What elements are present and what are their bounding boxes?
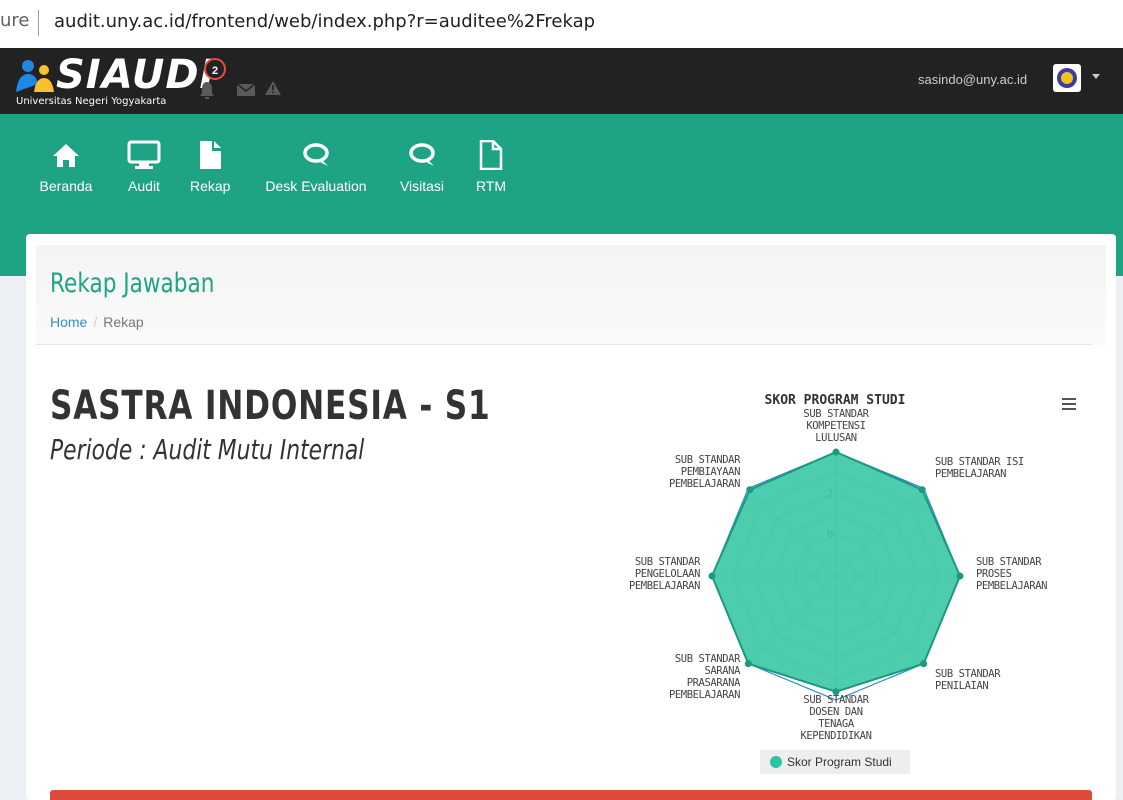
axis-category-label: SUB STANDAR ISI PEMBELAJARAN [935, 456, 1024, 480]
axis-category-line: KOMPETENSI [806, 420, 865, 432]
axis-category-label: SUB STANDAR PEMBIAYAAN PEMBELAJARAN [669, 454, 741, 490]
warning-icon[interactable] [264, 80, 282, 96]
data-point [918, 486, 926, 494]
axis-category-line: KEPENDIDIKAN [800, 730, 871, 742]
nav-label-beranda: Beranda [39, 178, 93, 194]
axis-category-line: PENILAIAN [935, 680, 988, 692]
legend-marker [770, 756, 782, 768]
page-title: Rekap Jawaban [50, 268, 215, 299]
nav-item-rekap[interactable]: Rekap [190, 140, 230, 194]
user-email[interactable]: sasindo@uny.ac.id [918, 72, 1027, 87]
axis-category-line: PROSES [976, 568, 1012, 580]
axis-category-line: PENGELOLAAN [635, 568, 700, 580]
nav-item-desk-evaluation[interactable]: Desk Evaluation [264, 140, 368, 194]
axis-category-line: PEMBELAJARAN [669, 689, 740, 701]
axis-category-label: SUB STANDAR PROSES PEMBELAJARAN [976, 556, 1047, 592]
data-point [832, 448, 840, 456]
axis-category-line: PEMBIAYAAN [681, 466, 740, 478]
breadcrumb-separator: / [93, 314, 98, 330]
chart-title: SKOR PROGRAM STUDI [765, 393, 906, 408]
logo-people-icon [16, 60, 54, 92]
breadcrumb: Home / Rekap [50, 314, 144, 330]
axis-category-line: SUB STANDAR ISI [935, 456, 1024, 468]
axis-category-label: SUB STANDAR DOSEN DAN TENAGA KEPENDIDIKAN [800, 694, 871, 742]
data-point [708, 572, 716, 580]
axis-category-line: PEMBELAJARAN [629, 580, 700, 592]
browser-address-bar[interactable]: ure audit.uny.ac.id/frontend/web/index.p… [0, 0, 1123, 48]
chat-icon [409, 143, 435, 166]
home-icon [53, 144, 79, 167]
chevron-down-icon[interactable] [1092, 74, 1100, 79]
nav-label-rekap: Rekap [190, 178, 231, 194]
axis-category-line: SUB STANDAR [976, 556, 1042, 568]
axis-category-label: SUB STANDAR SARANA PRASARANA PEMBELAJARAN [669, 653, 741, 701]
axis-category-label: SUB STANDAR PENGELOLAAN PEMBELAJARAN [629, 556, 701, 592]
divider [36, 344, 1092, 345]
chat-icon [303, 143, 329, 166]
data-point [920, 660, 928, 668]
nav-item-audit[interactable]: Audit [124, 140, 164, 194]
logo-text: SIAUDI [56, 52, 216, 98]
axis-category-line: LULUSAN [815, 432, 857, 444]
nav-item-visitasi[interactable]: Visitasi [398, 140, 446, 194]
user-avatar[interactable] [1053, 64, 1081, 92]
bell-icon[interactable] [198, 80, 216, 100]
periode-label: Periode : Audit Mutu Internal [50, 433, 365, 466]
axis-category-line: PRASARANA [687, 677, 741, 689]
axis-category-line: DOSEN DAN [809, 706, 862, 718]
file-icon [200, 141, 221, 169]
siaudi-logo[interactable]: SIAUDI Universitas Negeri Yogyakarta [14, 52, 214, 112]
envelope-icon[interactable] [236, 83, 256, 97]
axis-category-line: PEMBELAJARAN [669, 478, 740, 490]
data-point [746, 486, 754, 494]
nav-item-rtm[interactable]: RTM [474, 140, 508, 194]
breadcrumb-current: Rekap [103, 314, 144, 330]
nav-label-audit: Audit [128, 178, 160, 194]
legend-label: Skor Program Studi [787, 755, 892, 769]
axis-category-line: SUB STANDAR [803, 408, 869, 420]
axis-category-line: PEMBELAJARAN [976, 580, 1047, 592]
program-name: SASTRA INDONESIA - S1 [50, 383, 491, 429]
breadcrumb-home[interactable]: Home [50, 314, 87, 330]
nav-item-beranda[interactable]: Beranda [38, 140, 94, 194]
file-outline-icon [479, 140, 503, 170]
alert-bar [50, 790, 1092, 800]
university-name: Universitas Negeri Yogyakarta [16, 96, 167, 107]
nav-label-visitasi: Visitasi [399, 178, 445, 194]
monitor-icon [127, 140, 161, 169]
nav-label-desk-evaluation: Desk Evaluation [265, 178, 367, 194]
axis-category-line: TENAGA [818, 718, 855, 730]
notification-badge[interactable]: 2 [204, 58, 226, 80]
axis-category-line: SUB STANDAR [635, 556, 701, 568]
nav-label-rtm: RTM [475, 178, 507, 194]
axis-category-line: PEMBELAJARAN [935, 468, 1006, 480]
data-point [744, 660, 752, 668]
url-text[interactable]: audit.uny.ac.id/frontend/web/index.php?r… [54, 11, 595, 32]
url-prefix: ure [0, 10, 30, 31]
axis-category-line: SUB STANDAR [935, 668, 1001, 680]
axis-category-line: SUB STANDAR [803, 694, 869, 706]
chart-menu-icon[interactable] [1062, 398, 1076, 410]
url-separator [38, 10, 39, 36]
chart-legend[interactable]: Skor Program Studi [760, 750, 910, 774]
axis-category-line: SUB STANDAR [675, 653, 741, 665]
chart-series [708, 448, 964, 701]
data-point [956, 572, 964, 580]
axis-category-line: SARANA [704, 665, 741, 677]
axis-category-line: SUB STANDAR [675, 454, 741, 466]
axis-category-label: SUB STANDAR KOMPETENSI LULUSAN [803, 408, 869, 444]
radar-chart: SKOR PROGRAM STUDI 02 SUB STANDARKOMPETE… [629, 393, 1076, 774]
axis-category-label: SUB STANDAR PENILAIAN [935, 668, 1001, 692]
